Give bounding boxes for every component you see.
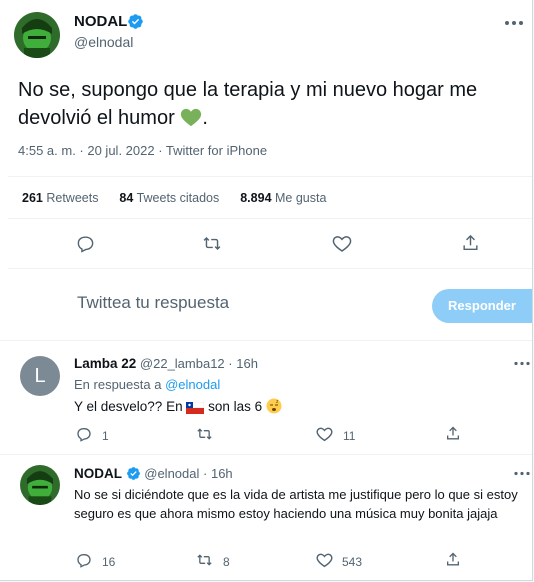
author-name[interactable]: Lamba 22: [74, 356, 136, 371]
reply-input[interactable]: Twittea tu respuesta: [77, 293, 229, 313]
verified-badge-icon: [126, 466, 141, 484]
verified-badge-icon: [127, 13, 144, 35]
more-options-icon[interactable]: [514, 471, 530, 476]
tweet-timestamp[interactable]: 4:55 a. m. · 20 jul. 2022 · Twitter for …: [18, 143, 267, 158]
like-icon[interactable]: [316, 426, 333, 442]
author-name[interactable]: NODAL: [74, 466, 122, 481]
nodal-avatar[interactable]: [14, 12, 60, 58]
lamba-avatar[interactable]: L: [20, 356, 60, 396]
reply-header: Lamba 22 @22_lamba12 · 16h: [74, 356, 258, 371]
reply-header: NODAL @elnodal · 16h: [74, 466, 233, 484]
likes-stat[interactable]: 8.894 Me gusta: [240, 191, 326, 205]
replying-to-handle[interactable]: @elnodal: [165, 377, 220, 392]
like-icon[interactable]: [332, 234, 352, 253]
like-count: 543: [342, 555, 363, 569]
tweet-thread: NODAL @elnodal No se, supongo que la ter…: [0, 0, 533, 581]
quotes-stat[interactable]: 84 Tweets citados: [119, 191, 219, 205]
chile-flag-icon: [186, 401, 205, 417]
author-name[interactable]: NODAL: [74, 13, 127, 30]
nodal-avatar[interactable]: [20, 465, 60, 505]
more-options-icon[interactable]: [514, 361, 530, 366]
author-handle[interactable]: @elnodal: [144, 466, 199, 481]
reply-time[interactable]: 16h: [211, 466, 233, 481]
retweet-count: 8: [223, 555, 230, 569]
retweet-icon[interactable]: [196, 552, 213, 568]
like-icon[interactable]: [316, 552, 333, 568]
more-options-icon[interactable]: [504, 20, 524, 26]
green-heart-icon: [180, 107, 202, 135]
share-icon[interactable]: [461, 233, 480, 253]
reply-time[interactable]: 16h: [236, 356, 258, 371]
retweets-stat[interactable]: 261 Retweets: [22, 191, 98, 205]
reply-count: 1: [102, 429, 109, 443]
tweet-text: No se, supongo que la terapia y mi nuevo…: [18, 76, 508, 135]
reply-text: No se si diciéndote que es la vida de ar…: [74, 487, 518, 521]
reply-text: Y el desvelo?? En son las 6 z: [74, 398, 282, 417]
share-icon[interactable]: [445, 425, 461, 442]
reply-icon[interactable]: [76, 552, 92, 568]
retweet-icon[interactable]: [196, 426, 213, 442]
retweet-icon[interactable]: [202, 234, 222, 253]
reply-count: 16: [102, 555, 116, 569]
like-count: 11: [343, 429, 356, 443]
reply-icon[interactable]: [76, 234, 95, 253]
replying-to: En respuesta a @elnodal: [74, 377, 221, 392]
share-icon[interactable]: [445, 551, 461, 568]
author-handle[interactable]: @elnodal: [74, 34, 133, 50]
author-handle[interactable]: @22_lamba12: [140, 356, 225, 371]
tweet-stats: 261 Retweets 84 Tweets citados 8.894 Me …: [22, 191, 326, 205]
sleepy-face-icon: z: [266, 398, 282, 417]
reply-icon[interactable]: [76, 426, 92, 442]
reply-button[interactable]: Responder: [432, 289, 532, 323]
